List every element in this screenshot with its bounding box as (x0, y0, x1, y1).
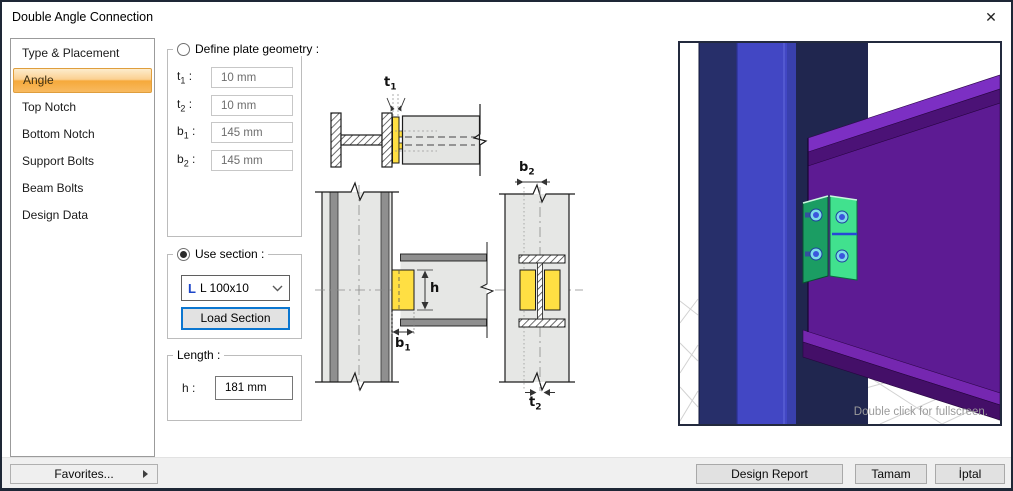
load-section-button[interactable]: Load Section (181, 307, 290, 330)
plate-geometry-group: Define plate geometry : t1 : t2 : b1 : b… (167, 42, 324, 237)
h-input[interactable] (215, 376, 293, 400)
define-plate-geometry-label: Define plate geometry : (195, 42, 320, 56)
cancel-button[interactable]: İptal (935, 464, 1005, 484)
dim-label-h: h (430, 281, 440, 296)
dim-label-b2: b2 (519, 160, 535, 178)
dim-label-t1: t1 (384, 75, 397, 93)
chevron-down-icon (272, 285, 283, 291)
double-angle-connection-dialog: Double Angle Connection ✕ Type & Placeme… (0, 0, 1013, 491)
connection-drawings: t1 b2 h b1 t2 (307, 60, 662, 425)
section-dropdown-value: L 100x10 (199, 281, 249, 295)
length-group: Length : h : (167, 348, 302, 421)
use-section-radio[interactable] (177, 247, 190, 261)
preview-3d-render (679, 43, 1001, 425)
use-section-label: Use section : (195, 247, 265, 261)
sidebar-item-type-placement[interactable]: Type & Placement (13, 40, 152, 67)
drawing-plan-view (499, 178, 575, 396)
dim-label-t2: t2 (529, 395, 542, 413)
angle-3d (802, 195, 858, 284)
sidebar-item-beam-bolts[interactable]: Beam Bolts (13, 175, 152, 202)
b1-input[interactable] (211, 122, 293, 143)
favorites-button[interactable]: Favorites... (10, 464, 158, 484)
sidebar-item-top-notch[interactable]: Top Notch (13, 94, 152, 121)
fullscreen-hint: Double click for fullscreen. (853, 406, 988, 418)
sidebar-item-support-bolts[interactable]: Support Bolts (13, 148, 152, 175)
connection-diagram-svg (315, 94, 583, 396)
titlebar: Double Angle Connection ✕ (2, 2, 1011, 32)
t2-field-label: t2 : (177, 97, 193, 114)
design-report-button[interactable]: Design Report (696, 464, 843, 484)
sidebar-item-bottom-notch[interactable]: Bottom Notch (13, 121, 152, 148)
h-field-label: h : (182, 381, 196, 395)
b2-field-label: b2 : (177, 152, 196, 169)
define-plate-geometry-radio[interactable] (177, 42, 190, 56)
length-group-label: Length : (177, 348, 221, 362)
angle-plate-plan-left (519, 269, 536, 311)
sidebar-item-angle[interactable]: Angle (13, 68, 152, 93)
drawing-side-view (330, 94, 488, 176)
sidebar: Type & Placement Angle Top Notch Bottom … (10, 38, 155, 457)
sidebar-item-design-data[interactable]: Design Data (13, 202, 152, 229)
use-section-group: Use section : L L 100x10 Load Section (167, 247, 302, 339)
angle-plate-elevation (391, 269, 415, 311)
section-dropdown[interactable]: L L 100x10 (181, 275, 290, 301)
t2-input[interactable] (211, 95, 293, 116)
dim-label-b1: b1 (395, 336, 411, 354)
preview-3d-viewport[interactable]: Double click for fullscreen. (678, 41, 1002, 426)
b2-input[interactable] (211, 150, 293, 171)
close-icon[interactable]: ✕ (977, 6, 1005, 28)
t1-input[interactable] (211, 67, 293, 88)
b1-field-label: b1 : (177, 124, 196, 141)
angle-plate-plan-right (544, 269, 561, 311)
dialog-title: Double Angle Connection (12, 10, 154, 24)
footer-bar: Favorites... Design Report Tamam İptal (2, 457, 1011, 488)
t1-field-label: t1 : (177, 69, 193, 86)
ok-button[interactable]: Tamam (855, 464, 927, 484)
expand-arrow-icon (143, 470, 148, 478)
l-section-icon: L (188, 280, 196, 296)
